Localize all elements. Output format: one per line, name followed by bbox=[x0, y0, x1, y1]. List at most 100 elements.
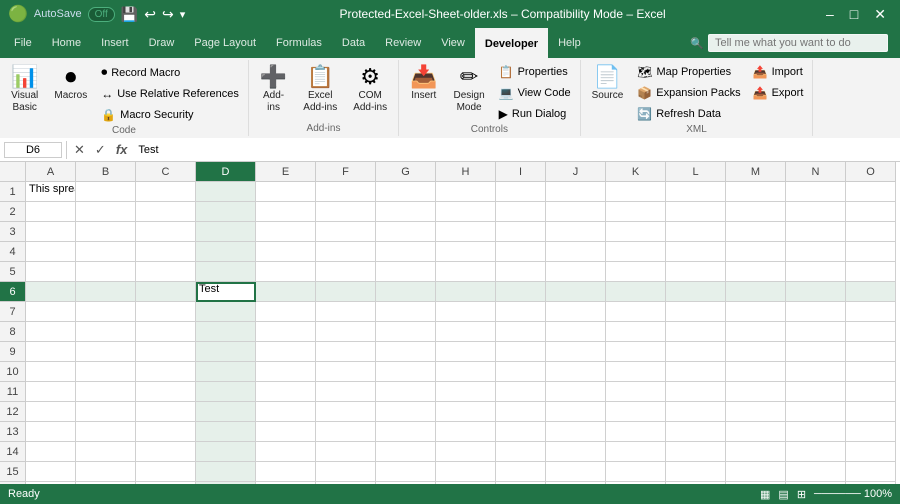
record-macro-button[interactable]: ⏺ Record Macro bbox=[96, 62, 244, 83]
cell-G12[interactable] bbox=[376, 402, 436, 422]
cell-F7[interactable] bbox=[316, 302, 376, 322]
cell-M10[interactable] bbox=[726, 362, 786, 382]
cell-M13[interactable] bbox=[726, 422, 786, 442]
design-mode-button[interactable]: ✏ DesignMode bbox=[447, 62, 492, 118]
cell-J5[interactable] bbox=[546, 262, 606, 282]
cell-J9[interactable] bbox=[546, 342, 606, 362]
cell-A7[interactable] bbox=[26, 302, 76, 322]
row-number-12[interactable]: 12 bbox=[0, 402, 26, 422]
cell-H3[interactable] bbox=[436, 222, 496, 242]
cell-A16[interactable] bbox=[26, 482, 76, 484]
cell-F1[interactable] bbox=[316, 182, 376, 202]
cell-J16[interactable] bbox=[546, 482, 606, 484]
col-header-G[interactable]: G bbox=[376, 162, 436, 182]
cell-I16[interactable] bbox=[496, 482, 546, 484]
cell-K10[interactable] bbox=[606, 362, 666, 382]
cell-N7[interactable] bbox=[786, 302, 846, 322]
cell-B2[interactable] bbox=[76, 202, 136, 222]
cell-G15[interactable] bbox=[376, 462, 436, 482]
cell-K7[interactable] bbox=[606, 302, 666, 322]
cell-M8[interactable] bbox=[726, 322, 786, 342]
cell-B13[interactable] bbox=[76, 422, 136, 442]
cell-E2[interactable] bbox=[256, 202, 316, 222]
cell-C10[interactable] bbox=[136, 362, 196, 382]
cell-L8[interactable] bbox=[666, 322, 726, 342]
cell-F15[interactable] bbox=[316, 462, 376, 482]
refresh-data-button[interactable]: 🔄 Refresh Data bbox=[632, 104, 745, 124]
tab-page-layout[interactable]: Page Layout bbox=[184, 28, 266, 58]
zoom-slider[interactable]: ────── 100% bbox=[814, 488, 892, 501]
cell-E5[interactable] bbox=[256, 262, 316, 282]
cell-M12[interactable] bbox=[726, 402, 786, 422]
cell-A3[interactable] bbox=[26, 222, 76, 242]
cell-L4[interactable] bbox=[666, 242, 726, 262]
tab-view[interactable]: View bbox=[431, 28, 475, 58]
cell-C16[interactable] bbox=[136, 482, 196, 484]
view-code-button[interactable]: 💻 View Code bbox=[494, 83, 576, 103]
cell-J11[interactable] bbox=[546, 382, 606, 402]
cell-D6[interactable]: Test bbox=[196, 282, 256, 302]
cell-A11[interactable] bbox=[26, 382, 76, 402]
cell-M9[interactable] bbox=[726, 342, 786, 362]
cell-F3[interactable] bbox=[316, 222, 376, 242]
row-number-7[interactable]: 7 bbox=[0, 302, 26, 322]
minimize-button[interactable]: – bbox=[820, 4, 840, 24]
cell-H1[interactable] bbox=[436, 182, 496, 202]
cell-F5[interactable] bbox=[316, 262, 376, 282]
row-number-9[interactable]: 9 bbox=[0, 342, 26, 362]
col-header-N[interactable]: N bbox=[786, 162, 846, 182]
cell-A5[interactable] bbox=[26, 262, 76, 282]
cell-I2[interactable] bbox=[496, 202, 546, 222]
cell-O8[interactable] bbox=[846, 322, 896, 342]
cell-A15[interactable] bbox=[26, 462, 76, 482]
cell-I14[interactable] bbox=[496, 442, 546, 462]
cell-E1[interactable] bbox=[256, 182, 316, 202]
cell-D5[interactable] bbox=[196, 262, 256, 282]
cell-M7[interactable] bbox=[726, 302, 786, 322]
cell-O9[interactable] bbox=[846, 342, 896, 362]
cell-C9[interactable] bbox=[136, 342, 196, 362]
cell-B11[interactable] bbox=[76, 382, 136, 402]
cell-N4[interactable] bbox=[786, 242, 846, 262]
cell-N16[interactable] bbox=[786, 482, 846, 484]
insert-button[interactable]: 📥 Insert bbox=[403, 62, 444, 106]
cell-H14[interactable] bbox=[436, 442, 496, 462]
expansion-packs-button[interactable]: 📦 Expansion Packs bbox=[632, 83, 745, 103]
cell-K13[interactable] bbox=[606, 422, 666, 442]
cell-L15[interactable] bbox=[666, 462, 726, 482]
cell-D3[interactable] bbox=[196, 222, 256, 242]
cell-M1[interactable] bbox=[726, 182, 786, 202]
cell-O12[interactable] bbox=[846, 402, 896, 422]
cell-A10[interactable] bbox=[26, 362, 76, 382]
cell-G3[interactable] bbox=[376, 222, 436, 242]
row-number-15[interactable]: 15 bbox=[0, 462, 26, 482]
cell-E4[interactable] bbox=[256, 242, 316, 262]
row-number-3[interactable]: 3 bbox=[0, 222, 26, 242]
run-dialog-button[interactable]: ▶ Run Dialog bbox=[494, 104, 576, 124]
source-button[interactable]: 📄 Source bbox=[585, 62, 631, 106]
cell-J2[interactable] bbox=[546, 202, 606, 222]
cell-C7[interactable] bbox=[136, 302, 196, 322]
row-number-6[interactable]: 6 bbox=[0, 282, 26, 302]
cell-H6[interactable] bbox=[436, 282, 496, 302]
cell-M11[interactable] bbox=[726, 382, 786, 402]
cell-D16[interactable] bbox=[196, 482, 256, 484]
export-button[interactable]: 📤 Export bbox=[748, 83, 809, 103]
close-button[interactable]: ✕ bbox=[868, 4, 892, 25]
cell-L9[interactable] bbox=[666, 342, 726, 362]
cell-E9[interactable] bbox=[256, 342, 316, 362]
cell-B14[interactable] bbox=[76, 442, 136, 462]
cell-N14[interactable] bbox=[786, 442, 846, 462]
cell-G13[interactable] bbox=[376, 422, 436, 442]
cell-D2[interactable] bbox=[196, 202, 256, 222]
cell-O11[interactable] bbox=[846, 382, 896, 402]
tab-home[interactable]: Home bbox=[42, 28, 91, 58]
cell-K3[interactable] bbox=[606, 222, 666, 242]
col-header-K[interactable]: K bbox=[606, 162, 666, 182]
cell-G9[interactable] bbox=[376, 342, 436, 362]
col-header-A[interactable]: A bbox=[26, 162, 76, 182]
cell-H2[interactable] bbox=[436, 202, 496, 222]
redo-icon[interactable]: ↪ bbox=[162, 6, 174, 23]
cell-M16[interactable] bbox=[726, 482, 786, 484]
use-relative-refs-button[interactable]: ↔ Use Relative References bbox=[96, 84, 244, 104]
